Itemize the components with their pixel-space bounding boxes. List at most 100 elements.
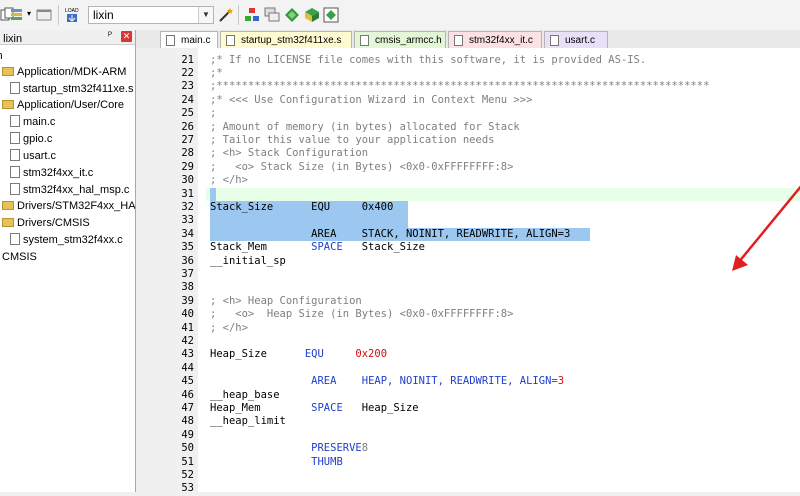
chevron-down-icon[interactable]: ▾: [27, 9, 31, 18]
tree-group[interactable]: t: lixin: [0, 31, 22, 47]
code-line[interactable]: 52: [136, 469, 800, 482]
tree-file[interactable]: startup_stm32f411xe.s: [10, 81, 133, 97]
code-line[interactable]: 40 ; <o> Heap Size (in Bytes) <0x0-0xFFFF…: [136, 308, 800, 321]
tab-startup-stm32f411xe-s[interactable]: startup_stm32f411xe.s: [220, 31, 352, 48]
tab-stm32f4xx-it-c[interactable]: stm32f4xx_it.c: [448, 31, 542, 48]
code-line[interactable]: 44: [136, 362, 800, 375]
code-line[interactable]: 43 Heap_Size EQU 0x200: [136, 348, 800, 361]
pack-installer-icon[interactable]: [304, 7, 320, 23]
line-number: 22: [181, 66, 194, 79]
line-number: 28: [181, 147, 194, 160]
code-editor[interactable]: 21 ;* If no LICENSE file comes with this …: [136, 48, 800, 495]
code-token: ; <o> Heap Size (in Bytes) <0x0-0xFFFFFF…: [210, 308, 514, 321]
tree-file[interactable]: stm32f4xx_hal_msp.c: [10, 182, 129, 198]
code-line[interactable]: 39 ; <h> Heap Configuration: [136, 295, 800, 308]
tree-folder[interactable]: Application/User/Core: [2, 97, 124, 113]
code-line[interactable]: 24 ;* <<< Use Configuration Wizard in Con…: [136, 94, 800, 107]
code-line[interactable]: 22 ;*: [136, 67, 800, 80]
tree-file[interactable]: main.c: [10, 114, 55, 130]
code-token: ; </h>: [210, 321, 248, 334]
code-line[interactable]: 38: [136, 281, 800, 294]
code-line[interactable]: 37: [136, 268, 800, 281]
code-line[interactable]: 30 ; </h>: [136, 174, 800, 187]
chevron-down-icon[interactable]: ▼: [198, 7, 213, 23]
line-number: 49: [181, 428, 194, 441]
tree-file[interactable]: gpio.c: [10, 131, 52, 147]
project-panel: ᴾ ✕ t: lixin in Application/MDK-ARM startup…: [0, 30, 136, 492]
code-token: ; <o> Stack Size (in Bytes) <0x0-0xFFFFF…: [210, 160, 514, 173]
code-text: AREA HEAP, NOINIT, READWRITE, ALIGN=3: [210, 375, 564, 388]
code-text: ;*: [210, 67, 223, 80]
code-text: ; </h>: [210, 174, 248, 187]
code-line[interactable]: 35 Stack_Mem SPACE Stack_Size: [136, 241, 800, 254]
code-text: ; <o> Stack Size (in Bytes) <0x0-0xFFFFF…: [210, 161, 513, 174]
close-icon[interactable]: ✕: [121, 31, 132, 42]
tree-item-label: usart.c: [23, 150, 57, 162]
code-line[interactable]: 48 __heap_limit: [136, 415, 800, 428]
code-line[interactable]: 49: [136, 429, 800, 442]
pack-icon[interactable]: [323, 7, 339, 23]
code-line[interactable]: 45 AREA HEAP, NOINIT, READWRITE, ALIGN=3: [136, 375, 800, 388]
tab-main-c[interactable]: main.c: [160, 31, 218, 48]
file-icon: [166, 35, 175, 46]
code-line[interactable]: 50 PRESERVE8: [136, 442, 800, 455]
batch-build-icon[interactable]: [9, 7, 25, 23]
code-text: ; <o> Heap Size (in Bytes) <0x0-0xFFFFFF…: [210, 308, 513, 321]
code-line[interactable]: 27 ; Tailor this value to your applicatio…: [136, 134, 800, 147]
code-line[interactable]: 26 ; Amount of memory (in bytes) allocate…: [136, 121, 800, 134]
load-download-icon[interactable]: LOAD: [64, 7, 80, 23]
code-token: __heap_base: [210, 388, 280, 401]
code-text: ; <h> Heap Configuration: [210, 295, 362, 308]
code-line[interactable]: 36 __initial_sp: [136, 255, 800, 268]
code-text: PRESERVE8: [210, 442, 368, 455]
code-text: THUMB: [210, 456, 343, 469]
tree-folder[interactable]: Drivers/STM32F4xx_HAL_Driv: [2, 198, 135, 214]
tree-group[interactable]: CMSIS: [2, 249, 37, 265]
code-text: ; </h>: [210, 322, 248, 335]
tab-usart-c[interactable]: usart.c: [544, 31, 608, 48]
manage-components-icon[interactable]: [244, 7, 260, 23]
red-arrow-annotation: [732, 185, 800, 271]
code-line[interactable]: 51 THUMB: [136, 456, 800, 469]
code-token: 0x200: [355, 348, 388, 361]
tree-folder[interactable]: Application/MDK-ARM: [2, 64, 126, 80]
code-text: ;* <<< Use Configuration Wizard in Conte…: [210, 94, 532, 107]
tree-file[interactable]: stm32f4xx_it.c: [10, 165, 93, 181]
code-line[interactable]: 53: [136, 482, 800, 495]
tree-file[interactable]: usart.c: [10, 148, 56, 164]
tree-file[interactable]: system_stm32f4xx.c: [10, 232, 123, 248]
code-line[interactable]: 41 ; </h>: [136, 322, 800, 335]
window-icon[interactable]: [36, 7, 52, 23]
folder-icon: [2, 100, 14, 109]
folder-icon: [2, 201, 14, 210]
line-number: 46: [181, 388, 194, 401]
line-number: 31: [181, 187, 194, 200]
code-token: ; <h> Stack Configuration: [210, 147, 369, 160]
code-line[interactable]: 21 ;* If no LICENSE file comes with this …: [136, 54, 800, 67]
line-number: 26: [181, 120, 194, 133]
green-diamond-icon[interactable]: [284, 7, 300, 23]
editor-tabbar: main.c startup_stm32f411xe.s cmsis_armcc.h…: [136, 30, 800, 49]
code-text: Stack_Mem SPACE Stack_Size: [210, 241, 425, 254]
code-line[interactable]: 29 ; <o> Stack Size (in Bytes) <0x0-0xFFF…: [136, 161, 800, 174]
stacked-windows-icon[interactable]: [264, 7, 280, 23]
tree-group[interactable]: in: [0, 48, 3, 64]
code-token: ;: [210, 107, 217, 120]
tree-folder[interactable]: Drivers/CMSIS: [2, 215, 90, 231]
code-line[interactable]: 46 __heap_base: [136, 389, 800, 402]
code-line[interactable]: 28 ; <h> Stack Configuration: [136, 147, 800, 160]
code-line[interactable]: 32 Stack_Size EQU 0x400: [136, 201, 800, 214]
code-line[interactable]: 23 ;*************************************…: [136, 80, 800, 93]
code-line[interactable]: 33: [136, 214, 800, 227]
code-line[interactable]: 42: [136, 335, 800, 348]
tab-cmsis-armcc-h[interactable]: cmsis_armcc.h: [354, 31, 446, 48]
code-line[interactable]: 25;: [136, 107, 800, 120]
options-wand-icon[interactable]: [218, 7, 234, 23]
code-line[interactable]: 47 Heap_Mem SPACE Heap_Size: [136, 402, 800, 415]
pin-icon[interactable]: ᴾ: [108, 31, 112, 42]
code-line[interactable]: 34 AREA STACK, NOINIT, READWRITE, ALIGN=…: [136, 228, 800, 241]
code-line[interactable]: 31: [136, 188, 800, 201]
code-token: AREA STACK, NOINIT, READWRITE, ALIGN=3: [210, 227, 571, 240]
target-select[interactable]: lixin ▼: [88, 6, 214, 24]
